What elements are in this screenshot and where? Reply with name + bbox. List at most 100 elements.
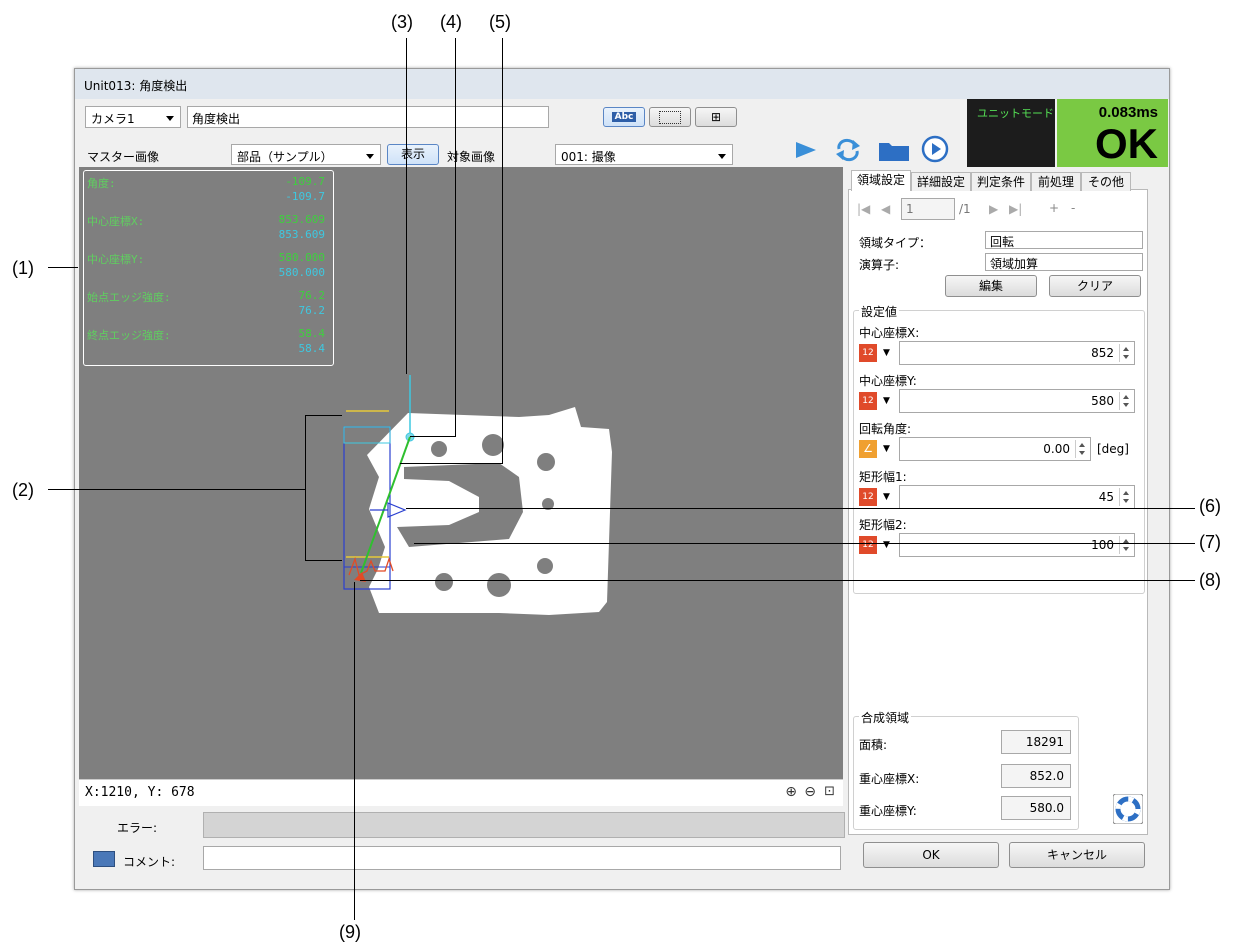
tab-judgement[interactable]: 判定条件 [971, 172, 1031, 191]
clear-button[interactable]: クリア [1049, 275, 1141, 297]
comment-input[interactable] [203, 846, 841, 870]
overlay-angle-label: 角度: [87, 177, 116, 190]
operator-label: 演算子: [859, 258, 900, 272]
overlay-center-x-label: 中心座標X: [87, 215, 145, 228]
callout-8: (8) [1199, 570, 1221, 590]
overlay-angle-value-1: -109.7 [285, 175, 325, 188]
add-region-button[interactable]: + [1049, 201, 1059, 215]
fit-icon[interactable]: ⊡ [824, 784, 835, 799]
spin-buttons[interactable] [1119, 344, 1132, 362]
numeric-icon[interactable]: 12 [859, 488, 877, 506]
chevron-down-icon [718, 154, 726, 159]
next-page-icon[interactable]: ▶ [989, 202, 998, 216]
spin-buttons[interactable] [1119, 392, 1132, 410]
leader-line-5 [502, 38, 503, 463]
last-page-icon[interactable]: ▶| [1009, 202, 1022, 216]
tab-label: 詳細設定 [916, 175, 965, 189]
master-image-value: 部品（サンプル） [237, 150, 333, 164]
leader-line-9 [354, 582, 355, 920]
center-y-input[interactable]: 580 [899, 389, 1135, 413]
tab-label: 前処理 [1037, 175, 1074, 189]
spin-buttons[interactable] [1075, 440, 1088, 458]
leader-bracket-2-bottom [305, 560, 342, 561]
callout-4: (4) [440, 12, 462, 32]
numeric-icon[interactable]: 12 [859, 392, 877, 410]
centroid-x-field: 852.0 [1001, 764, 1071, 788]
numeric-icon[interactable]: 12 [859, 536, 877, 554]
first-page-icon[interactable]: |◀ [857, 202, 870, 216]
width2-label: 矩形幅2: [859, 518, 907, 532]
tab-detail-settings[interactable]: 詳細設定 [911, 172, 971, 191]
ok-button-label: OK [922, 848, 940, 862]
cancel-button[interactable]: キャンセル [1009, 842, 1145, 868]
camera-select[interactable]: カメラ1 [85, 106, 181, 128]
angle-icon[interactable]: ∠ [859, 440, 877, 458]
show-button-label: 表示 [400, 147, 425, 161]
callout-6: (6) [1199, 496, 1221, 516]
page-input[interactable]: 1 [901, 198, 955, 220]
zoom-out-icon[interactable]: ⊖ [804, 784, 816, 800]
spin-buttons[interactable] [1119, 536, 1132, 554]
width2-input[interactable]: 100 [899, 533, 1135, 557]
play-icon[interactable] [793, 139, 819, 161]
leader-line-4-h [410, 436, 456, 437]
ok-button[interactable]: OK [863, 842, 999, 868]
chevron-down-icon[interactable]: ▼ [883, 396, 890, 406]
center-x-label: 中心座標X: [859, 326, 920, 340]
numeric-icon[interactable]: 12 [859, 344, 877, 362]
chevron-down-icon[interactable]: ▼ [883, 492, 890, 502]
centroid-y-field: 580.0 [1001, 796, 1071, 820]
target-image-select[interactable]: 001: 撮像 [555, 144, 733, 165]
region-type-value: 回転 [990, 235, 1015, 249]
tab-other[interactable]: その他 [1081, 172, 1131, 191]
keyboard-icon[interactable] [93, 851, 115, 867]
unit-name-input[interactable]: 角度検出 [187, 106, 549, 128]
unit-name-value: 角度検出 [192, 112, 241, 126]
remove-region-button[interactable]: - [1071, 201, 1075, 215]
center-x-value: 852 [1091, 346, 1114, 360]
master-image-select[interactable]: 部品（サンプル） [231, 144, 381, 165]
camera-select-value: カメラ1 [91, 112, 135, 126]
prev-page-icon[interactable]: ◀ [881, 202, 890, 216]
circle-play-icon[interactable] [921, 135, 949, 163]
zoom-in-icon[interactable]: ⊕ [785, 784, 797, 800]
repeat-icon[interactable] [833, 137, 863, 163]
width1-label: 矩形幅1: [859, 470, 907, 484]
text-display-button[interactable]: Abc [603, 107, 645, 127]
chevron-down-icon[interactable]: ▼ [883, 540, 890, 550]
tab-preprocess[interactable]: 前処理 [1031, 172, 1081, 191]
chevron-down-icon[interactable]: ▼ [883, 444, 890, 454]
chevron-down-icon [366, 154, 374, 159]
image-display-area[interactable]: 角度: -109.7 -109.7 中心座標X: 853.609 853.609… [79, 167, 843, 779]
center-x-input[interactable]: 852 [899, 341, 1135, 365]
error-field [203, 812, 845, 838]
tab-region-settings[interactable]: 領域設定 [851, 170, 911, 191]
show-button[interactable]: 表示 [387, 144, 439, 165]
edit-button[interactable]: 編集 [945, 275, 1037, 297]
width1-input[interactable]: 45 [899, 485, 1135, 509]
leader-bracket-2-top [305, 415, 342, 416]
help-lifebuoy-icon[interactable] [1113, 794, 1143, 824]
page-total: /1 [959, 202, 971, 216]
rotation-label: 回転角度: [859, 422, 912, 436]
clear-button-label: クリア [1076, 279, 1113, 293]
region-display-button[interactable] [649, 107, 691, 127]
composite-region-title: 合成領域 [859, 709, 912, 726]
tab-label: その他 [1087, 175, 1124, 189]
spin-buttons[interactable] [1119, 488, 1132, 506]
align-display-button[interactable]: ⊞ [695, 107, 737, 127]
center-y-value: 580 [1091, 394, 1114, 408]
cancel-button-label: キャンセル [1046, 848, 1107, 862]
align-icon: ⊞ [710, 110, 722, 124]
unit-window: Unit013: 角度検出 カメラ1 角度検出 Abc ⊞ ユニットモード 0.… [74, 68, 1170, 890]
comment-label: コメント: [123, 855, 176, 869]
chevron-down-icon[interactable]: ▼ [883, 348, 890, 358]
dotted-rect-icon [659, 111, 681, 124]
window-title: Unit013: 角度検出 [84, 79, 188, 93]
rotation-input[interactable]: 0.00 [899, 437, 1091, 461]
callout-5: (5) [489, 12, 511, 32]
callout-7: (7) [1199, 532, 1221, 552]
overlay-start-edge-label: 始点エッジ強度: [87, 291, 171, 304]
folder-icon[interactable] [877, 137, 911, 163]
width1-value: 45 [1098, 490, 1114, 504]
